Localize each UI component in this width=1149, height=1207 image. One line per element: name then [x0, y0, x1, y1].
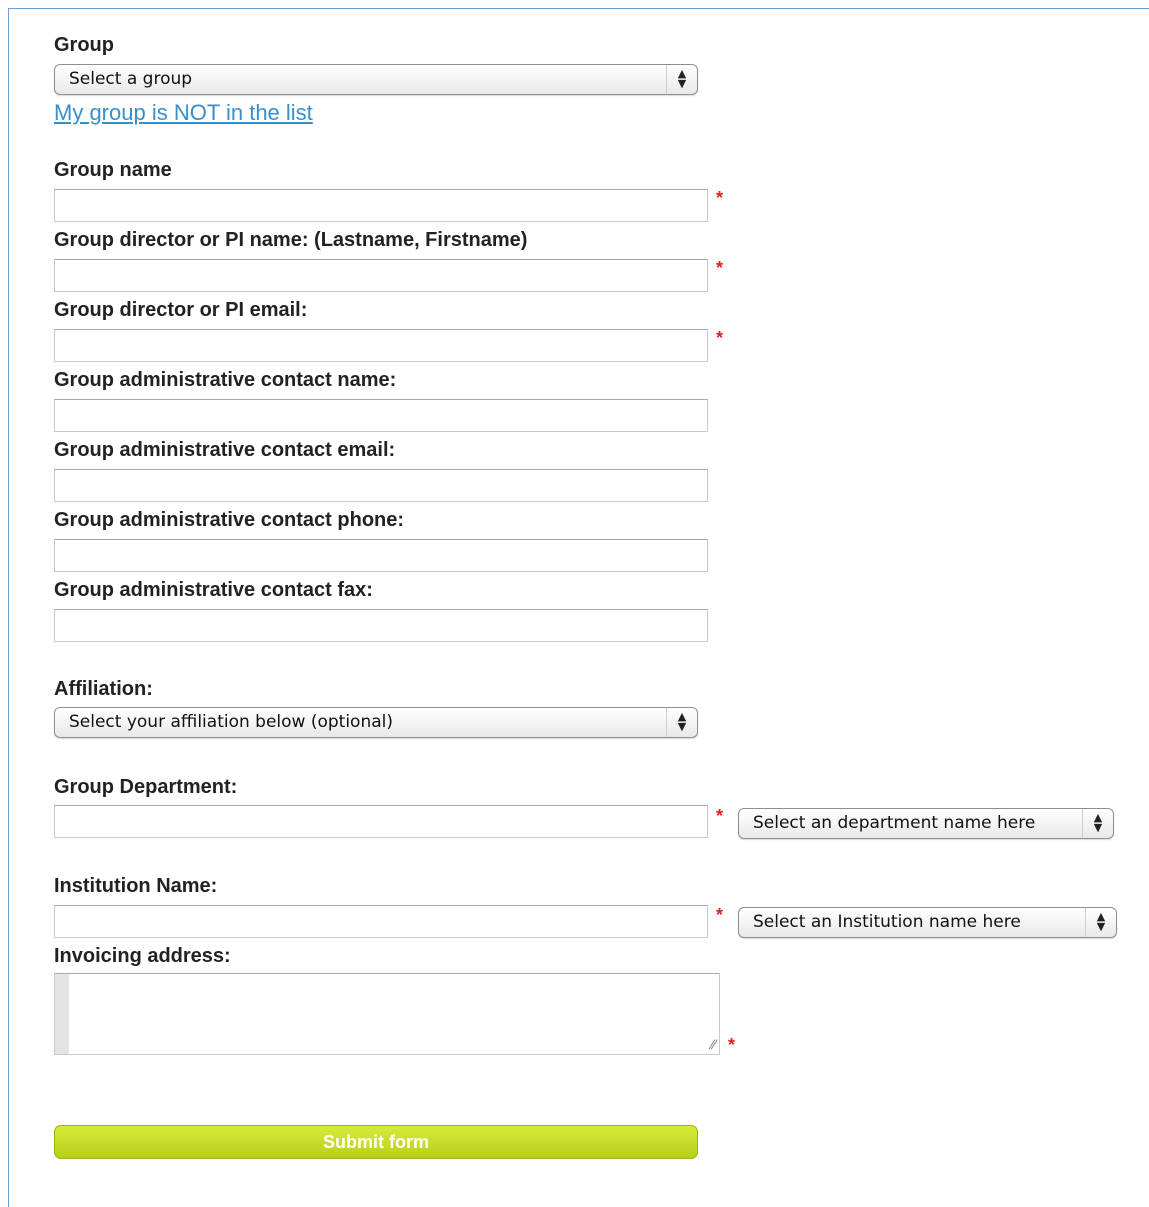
group-label: Group — [54, 34, 114, 56]
select-arrows-icon: ▲ ▼ — [1082, 809, 1113, 838]
required-marker: * — [728, 1035, 736, 1055]
affiliation-select[interactable]: Select your affiliation below (optional)… — [54, 707, 698, 738]
group-not-in-list-link[interactable]: My group is NOT in the list — [54, 100, 313, 126]
group-select-value: Select a group — [69, 69, 193, 89]
admin-name-label: Group administrative contact name: — [54, 369, 397, 391]
admin-name-input[interactable] — [54, 399, 708, 432]
institution-label: Institution Name: — [54, 875, 218, 897]
admin-email-label: Group administrative contact email: — [54, 439, 396, 461]
affiliation-label: Affiliation: — [54, 678, 153, 700]
required-marker: * — [716, 258, 724, 278]
institution-input[interactable] — [54, 905, 708, 938]
admin-fax-label: Group administrative contact fax: — [54, 579, 373, 601]
director-name-input[interactable] — [54, 259, 708, 292]
required-marker: * — [716, 328, 724, 348]
invoicing-label: Invoicing address: — [54, 945, 231, 967]
select-arrows-icon: ▲ ▼ — [666, 65, 697, 94]
required-marker: * — [716, 188, 724, 208]
required-marker: * — [716, 905, 724, 925]
textarea-gutter — [55, 974, 69, 1054]
admin-phone-input[interactable] — [54, 539, 708, 572]
department-label: Group Department: — [54, 776, 238, 798]
required-marker: * — [716, 806, 724, 826]
select-arrows-icon: ▲ ▼ — [666, 708, 697, 737]
admin-fax-input[interactable] — [54, 609, 708, 642]
admin-email-input[interactable] — [54, 469, 708, 502]
group-select[interactable]: Select a group ▲ ▼ — [54, 64, 698, 95]
director-email-label: Group director or PI email: — [54, 299, 308, 321]
resize-grip-icon[interactable]: ⁄⁄ — [711, 1036, 716, 1052]
institution-select-value: Select an Institution name here — [753, 912, 1021, 932]
director-email-input[interactable] — [54, 329, 708, 362]
director-name-label: Group director or PI name: (Lastname, Fi… — [54, 229, 528, 251]
department-select[interactable]: Select an department name here ▲ ▼ — [738, 808, 1114, 839]
group-name-input[interactable] — [54, 189, 708, 222]
group-name-label: Group name — [54, 159, 172, 181]
select-arrows-icon: ▲ ▼ — [1085, 908, 1116, 937]
affiliation-select-value: Select your affiliation below (optional) — [69, 712, 394, 732]
submit-form-button[interactable]: Submit form — [54, 1125, 698, 1159]
department-input[interactable] — [54, 805, 708, 838]
institution-select[interactable]: Select an Institution name here ▲ ▼ — [738, 907, 1117, 938]
admin-phone-label: Group administrative contact phone: — [54, 509, 405, 531]
invoicing-textarea[interactable]: ⁄⁄ — [54, 973, 720, 1055]
department-select-value: Select an department name here — [753, 813, 1036, 833]
